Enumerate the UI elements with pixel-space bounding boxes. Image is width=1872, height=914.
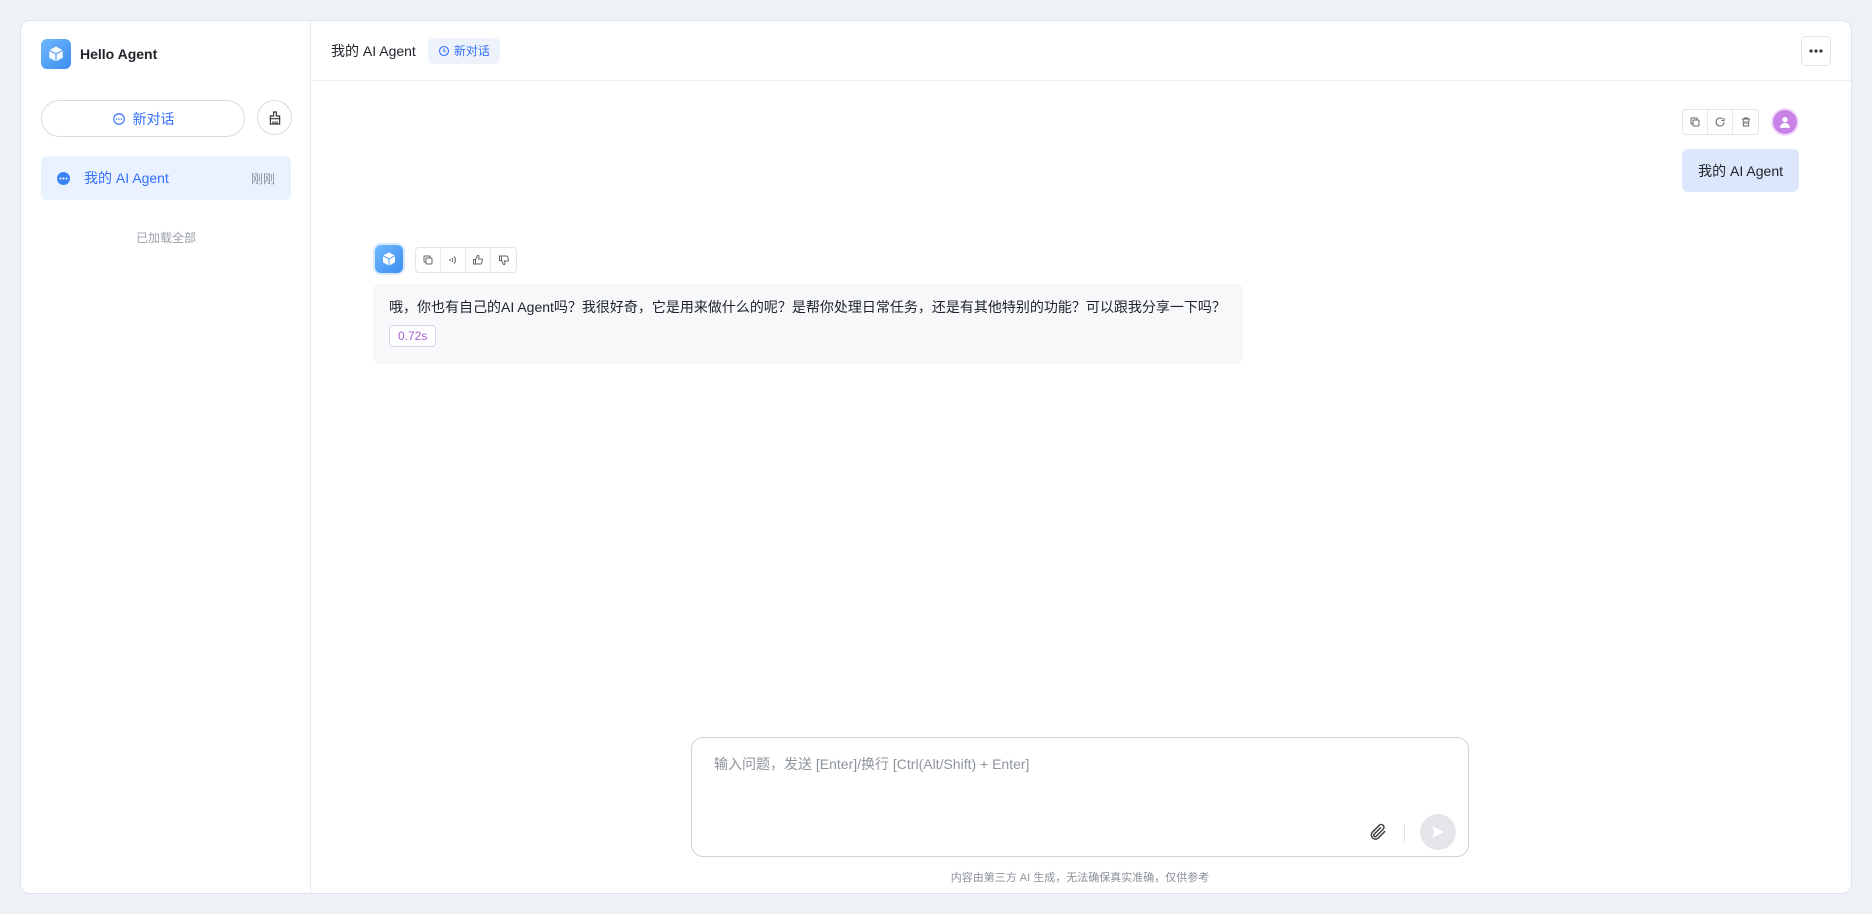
send-button[interactable] <box>1420 814 1456 850</box>
brand-title: Hello Agent <box>80 46 158 62</box>
speaker-icon <box>449 256 456 264</box>
more-options-button[interactable] <box>1801 36 1831 66</box>
chat-title: 我的 AI Agent <box>331 42 416 59</box>
clear-conversations-button[interactable] <box>257 100 292 135</box>
loaded-all-label: 已加载全部 <box>135 231 196 245</box>
broom-icon <box>269 110 280 125</box>
ai-disclaimer: 内容由第三方 AI 生成，无法确保真实准确，仅供参考 <box>950 872 1210 884</box>
sidebar: Hello Agent 新对话 我的 AI Agent 刚刚 已加载全部 <box>21 21 311 893</box>
chat-header: 我的 AI Agent 新对话 <box>311 21 1851 81</box>
cube-logo-icon <box>41 39 71 69</box>
paperclip-icon <box>1370 823 1386 840</box>
user-icon <box>1780 117 1790 128</box>
refresh-icon <box>1715 117 1725 127</box>
copy-icon <box>1690 117 1700 127</box>
new-chat-label: 新对话 <box>132 110 175 127</box>
response-time-badge: 0.72s <box>389 325 437 347</box>
chat-dot-icon <box>57 171 70 185</box>
attach-button[interactable] <box>1366 820 1390 844</box>
cube-logo-icon <box>382 252 396 266</box>
bot-message-actions <box>415 247 517 273</box>
copy-button[interactable] <box>1683 110 1708 134</box>
bot-avatar <box>375 245 403 273</box>
new-chat-tag[interactable]: 新对话 <box>427 37 500 64</box>
composer-divider <box>1404 824 1405 842</box>
copy-icon <box>423 255 433 265</box>
copy-button[interactable] <box>416 248 441 272</box>
brand: Hello Agent <box>41 39 157 69</box>
bot-message: 哦，你也有自己的AI Agent吗？我很好奇，它是用来做什么的呢？是帮你处理日常… <box>373 284 1243 364</box>
send-icon <box>1432 826 1444 838</box>
app-window: Hello Agent 新对话 我的 AI Agent 刚刚 已加载全部 我的 … <box>20 20 1852 894</box>
conversation-time: 刚刚 <box>250 171 275 186</box>
user-message-actions <box>1682 109 1759 135</box>
chat-bubble-icon <box>112 112 125 125</box>
delete-button[interactable] <box>1733 110 1758 134</box>
bot-message-text: 哦，你也有自己的AI Agent吗？我很好奇，它是用来做什么的呢？是帮你处理日常… <box>389 299 1226 315</box>
conversation-item[interactable]: 我的 AI Agent 刚刚 <box>41 156 291 200</box>
thumbs-down-icon <box>498 255 509 266</box>
chat-main: 我的 AI Agent 新对话 我的 AI Agent 哦，你也有自己的AI A… <box>311 21 1851 893</box>
conversation-title: 我的 AI Agent <box>84 170 169 186</box>
user-message: 我的 AI Agent <box>1682 149 1799 192</box>
message-composer <box>691 737 1469 857</box>
delete-icon <box>1741 117 1750 127</box>
read-aloud-button[interactable] <box>441 248 466 272</box>
user-avatar <box>1771 108 1799 136</box>
dislike-button[interactable] <box>491 248 516 272</box>
regenerate-button[interactable] <box>1708 110 1733 134</box>
message-input[interactable] <box>714 754 1434 804</box>
new-chat-button[interactable]: 新对话 <box>41 100 245 137</box>
like-button[interactable] <box>466 248 491 272</box>
ellipsis-icon <box>1809 49 1823 53</box>
thumbs-up-icon <box>473 254 484 265</box>
clock-icon <box>438 45 449 56</box>
new-chat-tag-label: 新对话 <box>453 44 490 58</box>
